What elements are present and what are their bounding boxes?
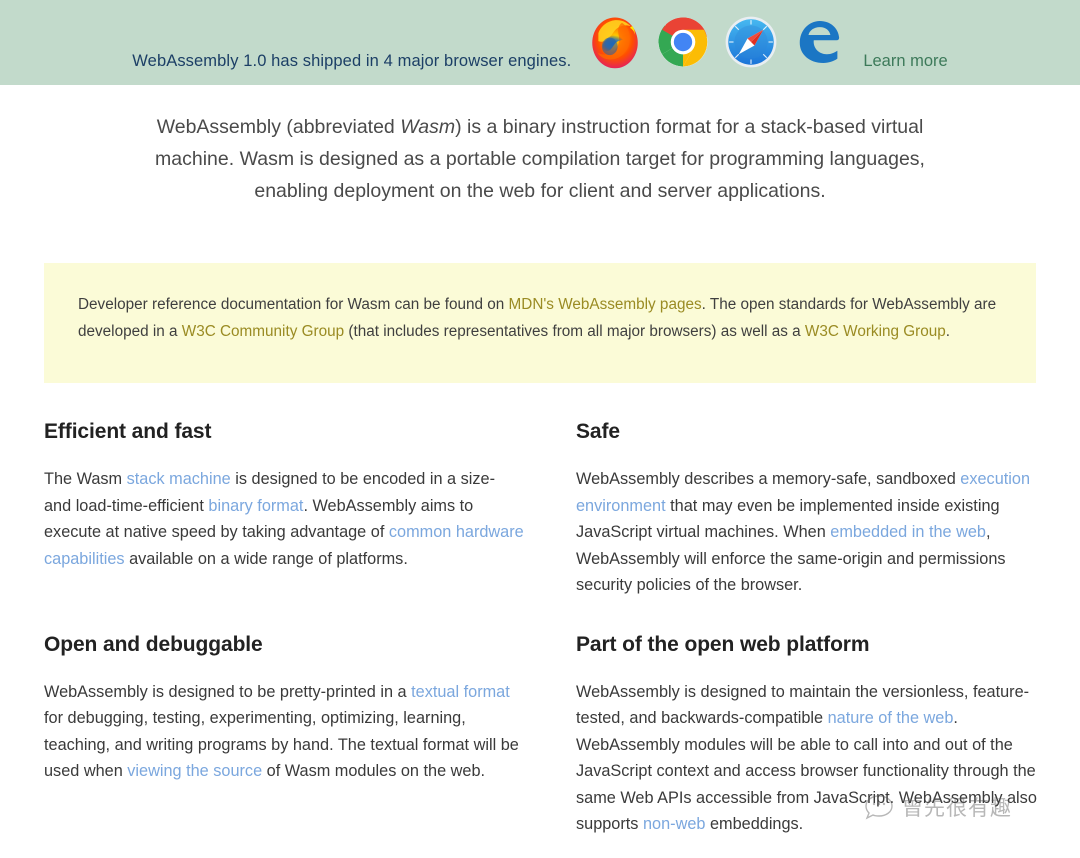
- chrome-icon: [658, 17, 708, 66]
- w3c-working-group-link[interactable]: W3C Working Group: [805, 323, 946, 340]
- banner-content: WebAssembly 1.0 has shipped in 4 major b…: [0, 0, 1080, 85]
- callout-text-1: Developer reference documentation for Wa…: [78, 296, 509, 313]
- intro-text-part-1: WebAssembly (abbreviated: [156, 116, 401, 138]
- callout-text-4: .: [945, 323, 951, 340]
- section-heading-platform: Part of the open web platform: [576, 632, 870, 656]
- section-heading-efficient: Efficient and fast: [44, 420, 212, 443]
- section-part-of-open-web-platform: Part of the open web platform WebAssembl…: [576, 633, 1058, 838]
- section-body-safe: WebAssembly describes a memory-safe, san…: [576, 466, 1058, 599]
- non-web-link[interactable]: non-web: [643, 815, 705, 833]
- binary-format-link[interactable]: binary format: [208, 497, 303, 515]
- callout-text-3: (that includes representatives from all …: [344, 323, 805, 340]
- viewing-the-source-link[interactable]: viewing the source: [127, 762, 262, 780]
- learn-more-link[interactable]: Learn more: [863, 52, 947, 71]
- feature-sections-grid: Efficient and fast The Wasm stack machin…: [44, 420, 1058, 838]
- w3c-community-group-link[interactable]: W3C Community Group: [182, 323, 344, 340]
- section-efficient-and-fast: Efficient and fast The Wasm stack machin…: [44, 420, 526, 599]
- section-body-platform: WebAssembly is designed to maintain the …: [576, 679, 1058, 838]
- banner-message: WebAssembly 1.0 has shipped in 4 major b…: [132, 52, 572, 70]
- callout-paragraph: Developer reference documentation for Wa…: [78, 291, 1002, 345]
- efficient-text-4: available on a wide range of platforms.: [124, 549, 408, 568]
- intro-paragraph: WebAssembly (abbreviated Wasm) is a bina…: [130, 111, 950, 207]
- section-safe: Safe WebAssembly describes a memory-safe…: [576, 420, 1058, 599]
- safe-text-1: WebAssembly describes a memory-safe, san…: [576, 470, 961, 488]
- firefox-icon: [592, 17, 639, 68]
- efficient-text-1: The Wasm: [44, 470, 127, 488]
- section-heading-open: Open and debuggable: [44, 632, 263, 656]
- nature-of-the-web-link[interactable]: nature of the web: [828, 709, 954, 727]
- open-text-1: WebAssembly is designed to be pretty-pri…: [44, 682, 412, 701]
- safari-icon: [725, 16, 777, 67]
- section-heading-safe: Safe: [576, 420, 620, 443]
- section-body-efficient: The Wasm stack machine is designed to be…: [44, 466, 526, 572]
- stack-machine-link[interactable]: stack machine: [127, 470, 231, 488]
- platform-text-3: embeddings.: [705, 815, 804, 833]
- mdn-webassembly-pages-link[interactable]: MDN's WebAssembly pages: [509, 296, 702, 313]
- browser-engine-icon-group: [587, 14, 847, 70]
- textual-format-link[interactable]: textual format: [411, 683, 510, 701]
- announcement-banner: WebAssembly 1.0 has shipped in 4 major b…: [0, 0, 1080, 85]
- section-body-open: WebAssembly is designed to be pretty-pri…: [44, 679, 526, 785]
- platform-text-1: WebAssembly is designed to maintain the …: [576, 682, 1030, 728]
- section-open-and-debuggable: Open and debuggable WebAssembly is desig…: [44, 633, 526, 838]
- embedded-in-the-web-link[interactable]: embedded in the web: [830, 523, 986, 541]
- documentation-callout: Developer reference documentation for Wa…: [44, 263, 1036, 383]
- edge-icon: [800, 20, 840, 63]
- intro-emphasis-wasm: Wasm: [400, 116, 456, 138]
- open-text-3: of Wasm modules on the web.: [262, 762, 486, 780]
